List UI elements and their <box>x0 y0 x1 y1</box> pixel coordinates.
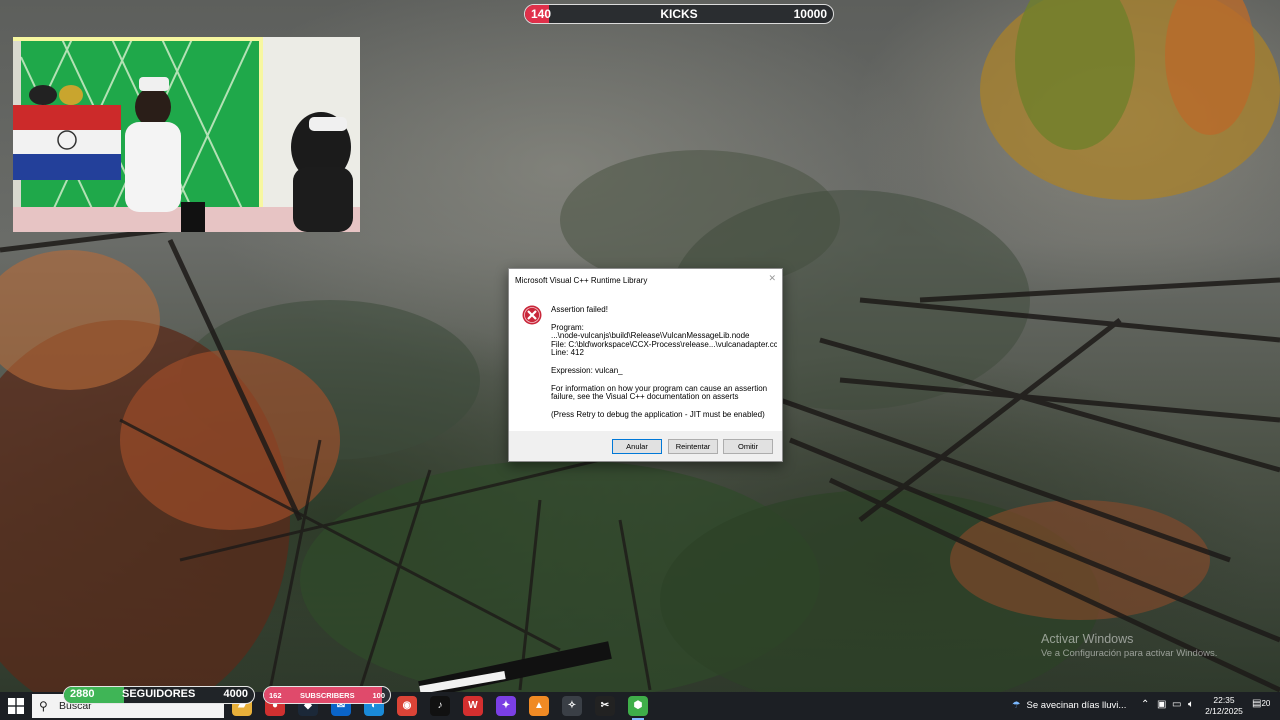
messenger-icon[interactable]: ✦ <box>496 696 516 716</box>
weather-widget[interactable]: ☂ Se avecinan días lluvi... <box>1012 700 1126 711</box>
tiktok-icon[interactable]: ♪ <box>430 696 450 716</box>
weather-text: Se avecinan días lluvi... <box>1026 700 1127 711</box>
watermark-subtitle: Ve a Configuración para activar Windows. <box>1041 648 1218 659</box>
storage-icon[interactable]: ▣ <box>1157 699 1166 710</box>
webcam-image <box>13 37 360 232</box>
webcam-feed <box>13 37 360 232</box>
info-line-1: For information on how your program can … <box>551 384 768 393</box>
dialog-title: Microsoft Visual C++ Runtime Library <box>515 276 648 285</box>
line-number: Line: 412 <box>551 349 584 358</box>
notification-icon[interactable]: ▤20 <box>1252 698 1270 709</box>
volume-icon[interactable]: 🔈︎ <box>1188 699 1194 710</box>
program-path: ...\node-vulcanjs\build\Release\VulcanMe… <box>551 332 750 341</box>
followers-label: SEGUIDORES <box>122 688 196 700</box>
wps-icon[interactable]: W <box>463 696 483 716</box>
expression-text: Expression: vulcan_ <box>551 366 623 375</box>
followers-goal: 4000 <box>223 688 248 700</box>
subscribers-current: 162 <box>269 690 282 700</box>
dialog-footer: Anular Reintentar Omitir <box>509 431 782 461</box>
weather-icon: ☂ <box>1012 700 1021 711</box>
retry-button[interactable]: Reintentar <box>668 439 718 454</box>
search-icon: ⚲ <box>39 699 48 713</box>
program-label: Program: <box>551 323 584 332</box>
ignore-button[interactable]: Omitir <box>723 439 773 454</box>
followers-current: 2880 <box>70 688 95 700</box>
green-cube-icon[interactable]: ⬢ <box>628 696 648 720</box>
file-path: File: C:\bld\workspace\CCX-Process\relea… <box>551 340 777 349</box>
activate-windows-watermark: Activar Windows Ve a Configuración para … <box>1041 632 1217 659</box>
taskbar-clock[interactable]: 22:35 2/12/2025 <box>1203 695 1245 717</box>
runtime-error-dialog: Microsoft Visual C++ Runtime Library ✕ A… <box>508 268 783 462</box>
followers-goal-bar: 2880 SEGUIDORES 4000 <box>63 686 255 704</box>
clock-time: 22:35 <box>1213 695 1235 705</box>
kicks-label: KICKS <box>660 7 698 21</box>
subscribers-goal-bar: 162 SUBSCRIBERS 100 <box>263 686 391 704</box>
error-icon <box>522 305 542 325</box>
chrome-icon[interactable]: ◉ <box>397 696 417 716</box>
watermark-title: Activar Windows <box>1041 632 1134 646</box>
subscribers-label: SUBSCRIBERS <box>300 690 355 700</box>
retry-note: (Press Retry to debug the application - … <box>551 410 765 419</box>
subscribers-goal: 100 <box>372 690 385 700</box>
settings-icon[interactable]: ✧ <box>562 696 582 716</box>
vlc-icon[interactable]: ▲ <box>529 696 549 716</box>
dialog-message: Assertion failed! Program: ...\node-vulc… <box>551 306 777 419</box>
info-line-2: failure, see the Visual C++ documentatio… <box>551 393 739 402</box>
clock-date: 2/12/2025 <box>1205 706 1243 716</box>
kicks-progress-bar: 140 KICKS 10000 <box>524 4 834 24</box>
network-icon[interactable]: ▭ <box>1172 699 1181 710</box>
abort-button[interactable]: Anular <box>612 439 662 454</box>
windows-start-icon[interactable] <box>8 698 24 714</box>
notification-count: 20 <box>1261 699 1271 708</box>
close-icon[interactable]: ✕ <box>768 273 776 284</box>
kicks-goal: 10000 <box>793 7 827 21</box>
dialog-titlebar[interactable]: Microsoft Visual C++ Runtime Library ✕ <box>509 269 782 291</box>
capcut-icon[interactable]: ✂ <box>595 696 615 716</box>
chevron-up-icon[interactable]: ⌃ <box>1141 699 1149 710</box>
assertion-heading: Assertion failed! <box>551 306 608 314</box>
